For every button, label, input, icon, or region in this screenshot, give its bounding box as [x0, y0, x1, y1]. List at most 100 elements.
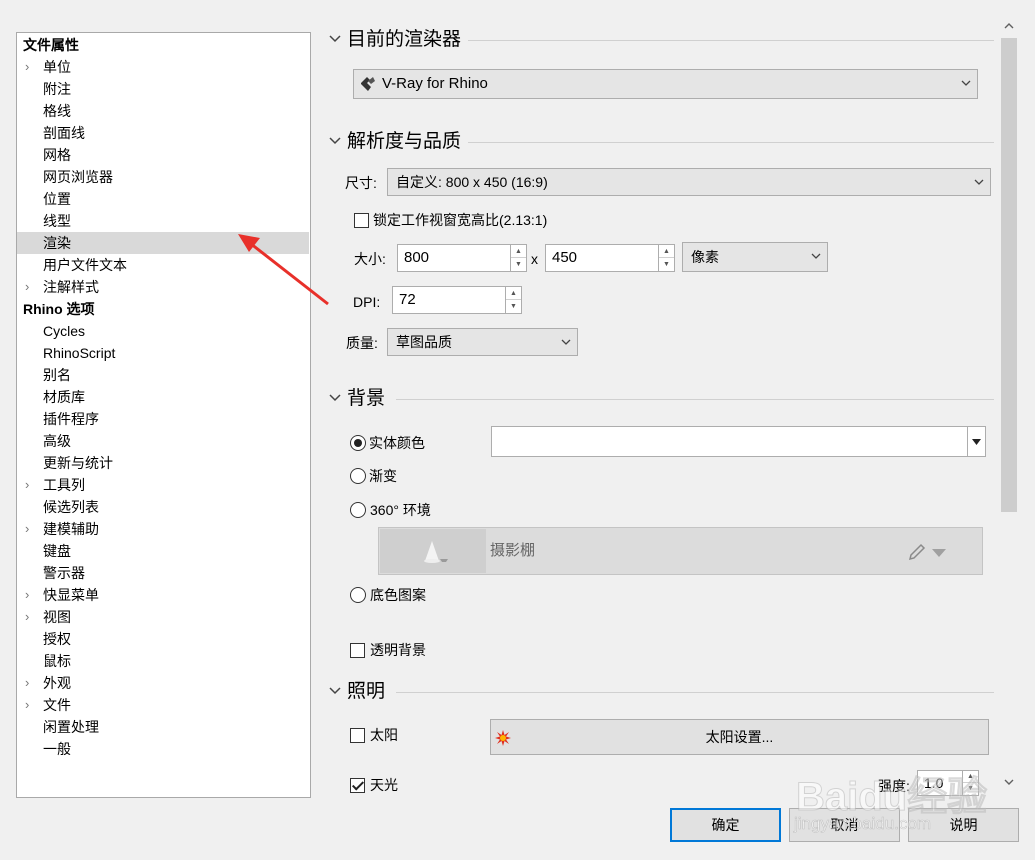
divider	[396, 399, 994, 400]
tree-item[interactable]: › 外观	[17, 672, 309, 694]
chevron-right-icon[interactable]: ›	[25, 584, 37, 606]
tree-item-label: Cycles	[43, 323, 86, 339]
skylight-checkbox[interactable]	[350, 778, 365, 793]
times-label: x	[531, 251, 538, 267]
studio-thumbnail-icon	[380, 529, 486, 573]
tree-item[interactable]: 键盘	[17, 540, 309, 562]
tree-item[interactable]: 高级	[17, 430, 309, 452]
increment-icon[interactable]: ▲	[511, 245, 526, 258]
chevron-right-icon[interactable]: ›	[25, 56, 37, 78]
tree-item[interactable]: › 建模辅助	[17, 518, 309, 540]
quality-value: 草图品质	[396, 334, 452, 350]
sun-checkbox[interactable]	[350, 728, 365, 743]
scrollbar-thumb[interactable]	[1001, 38, 1017, 512]
tree-item-label: 格线	[43, 103, 71, 119]
tree-item-label: RhinoScript	[43, 345, 116, 361]
tree-item-label: 视图	[43, 609, 71, 625]
chevron-right-icon[interactable]: ›	[25, 276, 37, 298]
divider	[468, 142, 994, 143]
environment-name: 摄影棚	[490, 542, 536, 559]
tree-item[interactable]: 更新与统计	[17, 452, 309, 474]
tree-item-label: 工具列	[43, 477, 85, 493]
tree-item[interactable]: › 单位	[17, 56, 309, 78]
size-select[interactable]: 自定义: 800 x 450 (16:9)	[387, 168, 991, 196]
options-tree[interactable]: 文件属性 › 单位 附注 格线 剖面线 网格 网页浏览器 位置 线型 渲染 用户文件文本 › 注解样式 Rh…	[16, 32, 311, 798]
color-dropdown-button[interactable]	[968, 426, 986, 457]
tree-item[interactable]: Cycles	[17, 320, 309, 342]
tree-item[interactable]: RhinoScript	[17, 342, 309, 364]
tree-item[interactable]: 插件程序	[17, 408, 309, 430]
wallpaper-radio[interactable]	[350, 587, 366, 603]
tree-item[interactable]: 附注	[17, 78, 309, 100]
ok-button[interactable]: 确定	[670, 808, 781, 842]
watermark: Baidu经验 jingyan.baidu.com	[790, 762, 1030, 842]
solid-color-label: 实体颜色	[369, 435, 425, 451]
tree-item[interactable]: 网页浏览器	[17, 166, 309, 188]
decrement-icon[interactable]: ▼	[659, 258, 674, 271]
caret-down-icon[interactable]	[932, 549, 946, 557]
dpi-input[interactable]: 72 ▲ ▼	[392, 286, 522, 314]
watermark-url: jingyan.baidu.com	[794, 814, 932, 834]
env360-radio[interactable]	[350, 502, 366, 518]
panel-scrollbar[interactable]	[998, 16, 1020, 798]
tree-item[interactable]: 候选列表	[17, 496, 309, 518]
tree-item[interactable]: 剖面线	[17, 122, 309, 144]
chevron-right-icon[interactable]: ›	[25, 672, 37, 694]
pencil-icon[interactable]	[907, 542, 927, 562]
decrement-icon[interactable]: ▼	[506, 300, 521, 313]
tree-item-label: 单位	[43, 59, 71, 75]
tree-item[interactable]: 网格	[17, 144, 309, 166]
tree-item[interactable]: › 工具列	[17, 474, 309, 496]
chevron-right-icon[interactable]: ›	[25, 694, 37, 716]
solid-color-radio[interactable]	[350, 435, 366, 451]
tree-item-label: 网页浏览器	[43, 169, 113, 185]
caret-down-icon	[972, 439, 981, 445]
height-input[interactable]: 450 ▲ ▼	[545, 244, 675, 272]
chevron-down-icon	[974, 179, 984, 185]
lock-aspect-checkbox[interactable]	[354, 213, 369, 228]
tree-item[interactable]: › 视图	[17, 606, 309, 628]
tree-item[interactable]: › 快显菜单	[17, 584, 309, 606]
environment-picker[interactable]: 摄影棚	[378, 527, 983, 575]
tree-item[interactable]: 授权	[17, 628, 309, 650]
tree-item-label: 位置	[43, 191, 71, 207]
sun-settings-label: 太阳设置...	[705, 729, 774, 745]
scroll-up-icon[interactable]	[1004, 22, 1014, 30]
increment-icon[interactable]: ▲	[659, 245, 674, 258]
decrement-icon[interactable]: ▼	[511, 258, 526, 271]
section-resolution[interactable]: 解析度与品质	[320, 128, 994, 158]
tree-item[interactable]: 别名	[17, 364, 309, 386]
render-settings-panel: 目前的渲染器 V-Ray for Rhino 解析度与品质 尺寸: 自定义: 8…	[320, 16, 1020, 798]
quality-select[interactable]: 草图品质	[387, 328, 578, 356]
tree-item[interactable]: 闲置处理	[17, 716, 309, 738]
renderer-select[interactable]: V-Ray for Rhino	[353, 69, 978, 99]
renderer-value: V-Ray for Rhino	[382, 75, 488, 92]
tree-item[interactable]: 位置	[17, 188, 309, 210]
tree-item[interactable]: 一般	[17, 738, 309, 760]
section-lighting[interactable]: 照明	[320, 678, 994, 708]
chevron-right-icon[interactable]: ›	[25, 606, 37, 628]
tree-item-label: 插件程序	[43, 411, 99, 427]
chevron-right-icon[interactable]: ›	[25, 518, 37, 540]
wallpaper-label: 底色图案	[370, 587, 426, 603]
solid-color-swatch[interactable]	[491, 426, 968, 457]
tree-item[interactable]: 材质库	[17, 386, 309, 408]
tree-header[interactable]: 文件属性	[17, 34, 309, 56]
section-background[interactable]: 背景	[320, 385, 994, 415]
increment-icon[interactable]: ▲	[506, 287, 521, 300]
transparent-bg-checkbox[interactable]	[350, 643, 365, 658]
tree-item[interactable]: 鼠标	[17, 650, 309, 672]
gradient-radio[interactable]	[350, 468, 366, 484]
tree-item[interactable]: › 文件	[17, 694, 309, 716]
tree-item-label: 文件	[43, 697, 71, 713]
section-current-renderer[interactable]: 目前的渲染器	[320, 26, 994, 56]
width-input[interactable]: 800 ▲ ▼	[397, 244, 527, 272]
quality-label: 质量:	[346, 335, 378, 351]
tree-item[interactable]: 警示器	[17, 562, 309, 584]
tree-item[interactable]: 格线	[17, 100, 309, 122]
lock-aspect-label: 锁定工作视窗宽高比(2.13:1)	[373, 212, 548, 228]
unit-select[interactable]: 像素	[682, 242, 828, 272]
chevron-down-icon	[561, 339, 571, 345]
chevron-right-icon[interactable]: ›	[25, 474, 37, 496]
sun-settings-button[interactable]: 太阳设置...	[490, 719, 989, 755]
